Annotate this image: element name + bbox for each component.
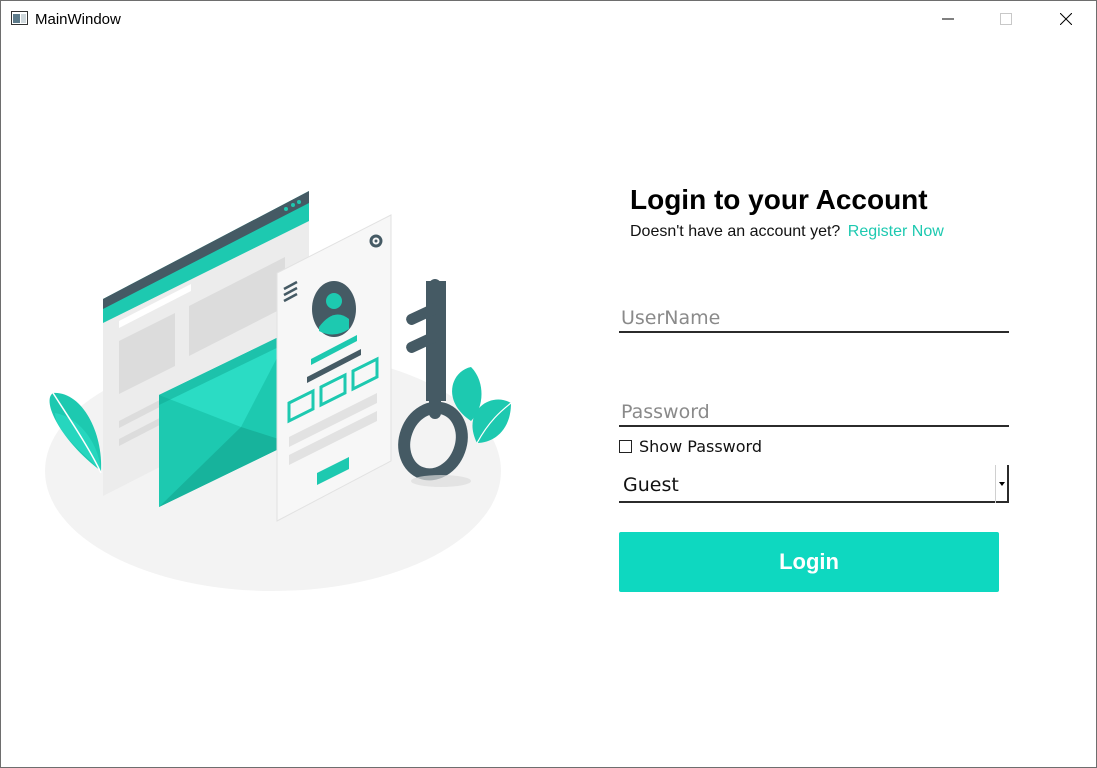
gear-icon: [369, 234, 383, 248]
register-row: Doesn't have an account yet? Register No…: [630, 223, 944, 241]
password-input[interactable]: [619, 399, 1009, 427]
title-bar[interactable]: MainWindow: [1, 1, 1096, 37]
main-window: MainWindow Login to your Account Doesn't…: [0, 0, 1097, 768]
minimize-icon: [942, 18, 954, 20]
show-password-checkbox[interactable]: [619, 440, 632, 453]
register-now-link[interactable]: Register Now: [848, 223, 944, 240]
app-window-icon: [11, 11, 28, 25]
role-selected-value: Guest: [623, 474, 679, 496]
role-select[interactable]: Guest: [619, 465, 1009, 503]
dropdown-button[interactable]: [995, 465, 1009, 503]
maximize-button[interactable]: [977, 1, 1035, 37]
show-password-label: Show Password: [639, 437, 762, 456]
avatar-icon: [312, 281, 356, 337]
close-icon: [1060, 13, 1072, 25]
login-button[interactable]: Login: [619, 532, 999, 592]
show-password-toggle[interactable]: Show Password: [619, 437, 762, 456]
chevron-down-icon: [998, 482, 1005, 486]
close-button[interactable]: [1037, 1, 1095, 37]
login-title: Login to your Account: [630, 184, 928, 215]
username-input[interactable]: [619, 305, 1009, 333]
window-title: MainWindow: [35, 11, 121, 28]
maximize-icon: [1000, 13, 1012, 25]
minimize-button[interactable]: [919, 1, 977, 37]
login-illustration: [45, 191, 512, 591]
register-prompt: Doesn't have an account yet?: [630, 223, 841, 240]
